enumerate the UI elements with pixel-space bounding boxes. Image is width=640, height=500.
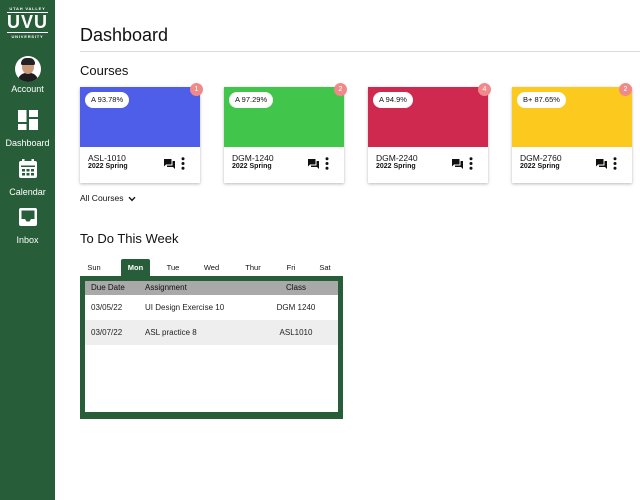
course-card[interactable]: B+ 87.65% 2 DGM-2760 2022 Spring — [512, 83, 632, 183]
more-vertical-icon[interactable] — [181, 157, 185, 170]
course-color-block: A 93.78% 1 — [80, 83, 203, 147]
grade-badge: B+ 87.65% — [517, 92, 566, 108]
course-term: 2022 Spring — [520, 163, 560, 170]
chevron-down-icon — [128, 196, 136, 202]
course-color-block: B+ 87.65% 2 — [512, 83, 632, 147]
table-header: Due Date Assignment Class — [85, 281, 338, 295]
chat-icon[interactable] — [164, 159, 175, 169]
page-title: Dashboard — [80, 25, 169, 45]
tab-sat[interactable]: Sat — [314, 259, 336, 276]
tab-wed[interactable]: Wed — [198, 259, 225, 276]
notification-count-badge: 2 — [334, 83, 347, 96]
notification-count-badge: 1 — [190, 83, 203, 96]
todo-panel: Due Date Assignment Class 03/05/22 UI De… — [80, 276, 343, 419]
course-card[interactable]: A 93.78% 1 ASL-1010 2022 Spring — [80, 83, 203, 183]
assignment-cell: ASL practice 8 — [145, 328, 197, 337]
todo-heading: To Do This Week — [80, 231, 179, 246]
course-color-block: A 97.29% 2 — [224, 83, 347, 147]
tab-tue[interactable]: Tue — [160, 259, 186, 276]
all-courses-label: All Courses — [80, 193, 124, 203]
grade-badge: A 94.9% — [373, 92, 413, 108]
class-cell: ASL1010 — [279, 328, 313, 337]
course-color-block: A 94.9% 4 — [368, 83, 491, 147]
logo-top-text: UTAH VALLEY — [9, 6, 46, 11]
dashboard-icon — [17, 110, 38, 130]
course-term: 2022 Spring — [232, 163, 272, 170]
logo-bottom-text: UNIVERSITY — [11, 34, 44, 39]
column-header-assignment: Assignment — [145, 283, 187, 292]
tab-sun[interactable]: Sun — [80, 259, 108, 276]
chat-icon[interactable] — [596, 159, 607, 169]
course-code: DGM-2760 — [520, 153, 562, 163]
sidebar-item-label: Calendar — [9, 187, 46, 197]
table-row[interactable]: 03/07/22 ASL practice 8 ASL1010 — [85, 320, 338, 345]
title-divider — [80, 51, 640, 52]
calendar-icon — [18, 159, 37, 178]
due-date-cell: 03/07/22 — [91, 328, 123, 337]
sidebar-item-label: Dashboard — [5, 138, 50, 148]
chat-icon[interactable] — [308, 159, 319, 169]
avatar — [14, 56, 41, 82]
course-term: 2022 Spring — [376, 163, 416, 170]
grade-badge: A 93.78% — [85, 92, 130, 108]
sidebar-item-account[interactable]: Account — [0, 56, 55, 94]
due-date-cell: 03/05/22 — [91, 303, 123, 312]
sidebar-item-label: Account — [11, 84, 44, 94]
todo-table: Due Date Assignment Class 03/05/22 UI De… — [85, 281, 338, 412]
tab-thur[interactable]: Thur — [239, 259, 267, 276]
sidebar-item-dashboard[interactable]: Dashboard — [0, 109, 55, 148]
sidebar-item-inbox[interactable]: Inbox — [0, 206, 55, 245]
more-vertical-icon[interactable] — [325, 157, 329, 170]
notification-count-badge: 2 — [619, 83, 632, 96]
course-card[interactable]: A 94.9% 4 DGM-2240 2022 Spring — [368, 83, 491, 183]
more-vertical-icon[interactable] — [613, 157, 617, 170]
sidebar-item-label: Inbox — [16, 235, 39, 245]
column-header-class: Class — [285, 283, 306, 292]
class-cell: DGM 1240 — [276, 303, 316, 312]
column-header-due-date: Due Date — [91, 283, 125, 292]
tab-mon[interactable]: Mon — [121, 259, 150, 276]
all-courses-dropdown[interactable]: All Courses — [80, 193, 136, 203]
sidebar: UTAH VALLEY UVU UNIVERSITY Account Dashb… — [0, 0, 55, 500]
courses-heading: Courses — [80, 63, 129, 78]
chat-icon[interactable] — [452, 159, 463, 169]
logo-mark: UVU — [7, 12, 49, 33]
course-card[interactable]: A 97.29% 2 DGM-1240 2022 Spring — [224, 83, 347, 183]
course-code: DGM-1240 — [232, 153, 274, 163]
more-vertical-icon[interactable] — [469, 157, 473, 170]
course-code: DGM-2240 — [376, 153, 418, 163]
notification-count-badge: 4 — [478, 83, 491, 96]
tab-fri[interactable]: Fri — [281, 259, 301, 276]
sidebar-item-calendar[interactable]: Calendar — [0, 158, 55, 197]
course-code: ASL-1010 — [88, 153, 126, 163]
course-term: 2022 Spring — [88, 163, 128, 170]
inbox-icon — [18, 208, 37, 226]
assignment-cell: UI Design Exercise 10 — [145, 303, 225, 312]
uvu-logo[interactable]: UTAH VALLEY UVU UNIVERSITY — [5, 6, 50, 44]
grade-badge: A 97.29% — [229, 92, 274, 108]
table-row[interactable]: 03/05/22 UI Design Exercise 10 DGM 1240 — [85, 295, 338, 320]
